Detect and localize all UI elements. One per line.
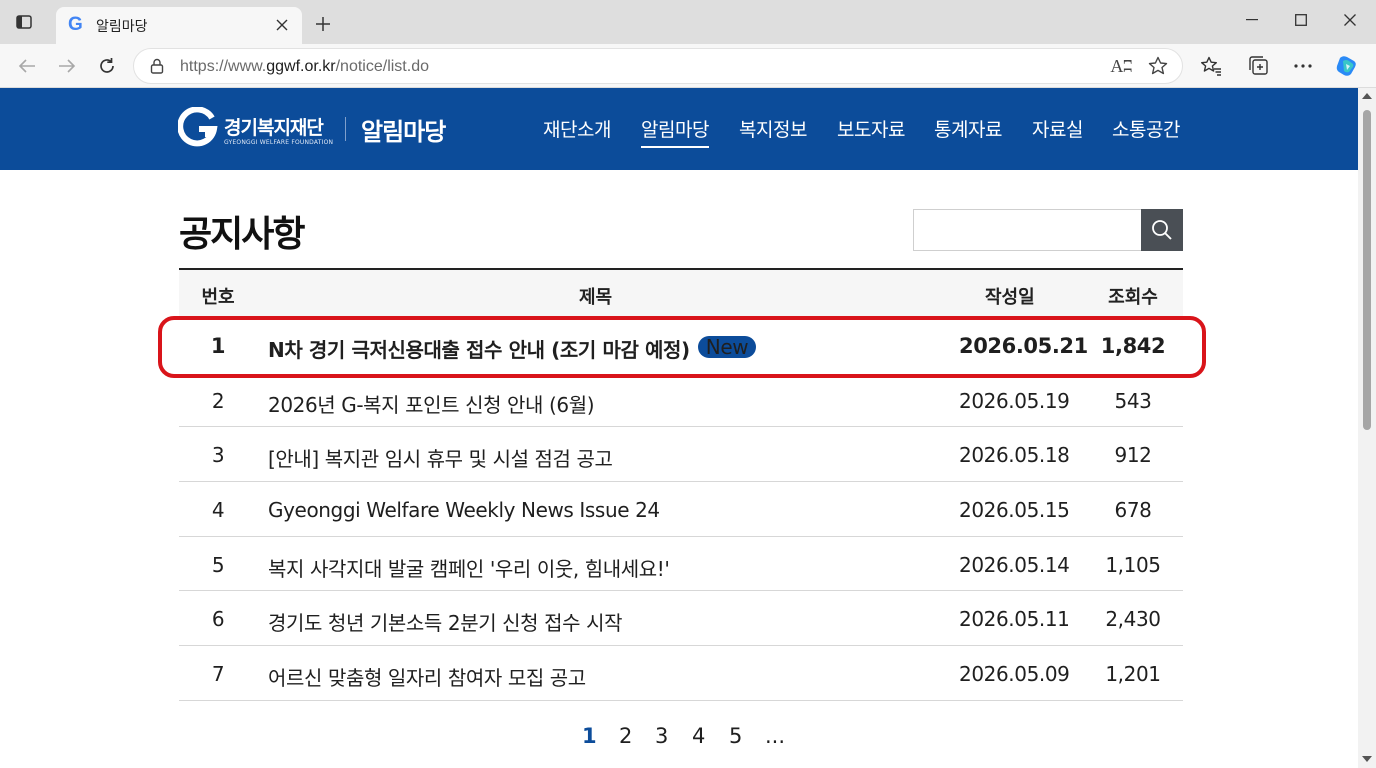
tab-actions-icon[interactable] xyxy=(14,12,34,32)
site-favicon-icon: G xyxy=(68,14,83,35)
new-tab-icon[interactable] xyxy=(311,12,335,36)
logo-divider xyxy=(345,117,346,141)
row-num: 5 xyxy=(211,552,225,577)
row-date: 2026.05.11 xyxy=(959,607,1070,632)
row-views: 2,430 xyxy=(1105,607,1161,632)
nav-item-notice[interactable]: 알림마당 xyxy=(641,115,709,148)
header-title: 제목 xyxy=(579,287,613,308)
row-views: 912 xyxy=(1114,443,1152,468)
site-header: 경기복지재단 GYEONGGI WELFARE FOUNDATION 알림마당 … xyxy=(0,88,1358,170)
table-row[interactable]: 3 [안내] 복지관 임시 휴무 및 시설 점검 공고 2026.05.18 9… xyxy=(179,427,1183,483)
page-link-1[interactable]: 1 xyxy=(582,724,597,748)
table-row[interactable]: 5 복지 사각지대 발굴 캠페인 '우리 이웃, 힘내세요!' 2026.05.… xyxy=(179,537,1183,592)
url-field[interactable]: https://www.ggwf.or.kr/notice/list.do Aʭ xyxy=(133,48,1183,84)
search-icon xyxy=(1152,220,1172,240)
header-num: 번호 xyxy=(201,287,235,308)
scroll-up-icon[interactable] xyxy=(1362,93,1372,99)
scroll-down-icon[interactable] xyxy=(1362,756,1372,762)
lock-icon[interactable] xyxy=(150,58,164,78)
page-title: 공지사항 xyxy=(179,214,305,255)
row-num: 2 xyxy=(211,388,225,413)
table-row[interactable]: 4 Gyeonggi Welfare Weekly News Issue 24 … xyxy=(179,482,1183,537)
row-date: 2026.05.15 xyxy=(959,498,1070,523)
row-title-link[interactable]: 어르신 맞춤형 일자리 참여자 모집 공고 xyxy=(268,662,586,691)
row-num: 7 xyxy=(211,662,225,687)
minimize-icon[interactable] xyxy=(1237,8,1267,32)
nav-item-statistics[interactable]: 통계자료 xyxy=(934,115,1002,142)
page-viewport: 경기복지재단 GYEONGGI WELFARE FOUNDATION 알림마당 … xyxy=(0,88,1358,768)
url-path: /notice/list.do xyxy=(335,58,429,75)
table-header: 번호 제목 작성일 조회수 xyxy=(179,268,1183,318)
notice-table: 번호 제목 작성일 조회수 1 N차 경기 극저신용대출 접수 안내 (조기 마… xyxy=(179,268,1183,701)
table-row[interactable]: 1 N차 경기 극저신용대출 접수 안내 (조기 마감 예정) New 2026.… xyxy=(179,318,1183,373)
nav-item-community[interactable]: 소통공간 xyxy=(1112,115,1180,142)
nav-item-press[interactable]: 보도자료 xyxy=(837,115,905,142)
row-date: 2026.05.14 xyxy=(959,552,1070,577)
page-ellipsis[interactable]: ... xyxy=(765,724,785,748)
row-views: 1,105 xyxy=(1105,552,1161,577)
new-badge: New xyxy=(697,336,757,358)
row-views: 1,201 xyxy=(1105,662,1161,687)
logo-english-name: GYEONGGI WELFARE FOUNDATION xyxy=(224,139,334,146)
forward-arrow-icon[interactable] xyxy=(54,53,80,79)
page-link-3[interactable]: 3 xyxy=(655,724,668,748)
row-num: 1 xyxy=(210,334,226,358)
browser-address-bar: https://www.ggwf.or.kr/notice/list.do Aʭ xyxy=(0,44,1376,88)
browser-tab-bar: G 알림마당 xyxy=(0,0,1376,44)
row-date: 2026.05.19 xyxy=(959,388,1070,413)
row-title-link[interactable]: 복지 사각지대 발굴 캠페인 '우리 이웃, 힘내세요!' xyxy=(268,553,670,582)
section-title: 알림마당 xyxy=(361,118,446,146)
row-title-link[interactable]: Gyeonggi Welfare Weekly News Issue 24 xyxy=(268,498,660,522)
nav-item-welfare-info[interactable]: 복지정보 xyxy=(739,115,807,142)
row-title-link[interactable]: [안내] 복지관 임시 휴무 및 시설 점검 공고 xyxy=(268,443,613,472)
tab-close-icon[interactable] xyxy=(272,15,292,35)
search-button[interactable] xyxy=(1141,209,1183,251)
row-title-link[interactable]: 경기도 청년 기본소득 2분기 신청 접수 시작 xyxy=(268,607,622,636)
table-row[interactable]: 2 2026년 G-복지 포인트 신청 안내 (6월) 2026.05.19 5… xyxy=(179,373,1183,428)
row-views: 543 xyxy=(1114,388,1152,413)
page-link-4[interactable]: 4 xyxy=(692,724,705,748)
nav-item-archive[interactable]: 자료실 xyxy=(1032,115,1083,142)
tab-title: 알림마당 xyxy=(96,19,148,35)
scroll-thumb[interactable] xyxy=(1363,110,1371,430)
row-title-text: N차 경기 극저신용대출 접수 안내 (조기 마감 예정) xyxy=(268,338,690,362)
search-input[interactable] xyxy=(913,209,1142,251)
collections-icon[interactable] xyxy=(1246,53,1272,79)
url-prefix: https://www. xyxy=(180,58,267,75)
url-text: https://www.ggwf.or.kr/notice/list.do xyxy=(180,58,429,76)
row-title-link[interactable]: 2026년 G-복지 포인트 신청 안내 (6월) xyxy=(268,389,595,418)
row-views: 1,842 xyxy=(1100,334,1166,358)
row-date: 2026.05.21 xyxy=(959,334,1088,358)
favorites-icon[interactable] xyxy=(1198,53,1224,79)
back-arrow-icon[interactable] xyxy=(14,53,40,79)
row-title-link[interactable]: N차 경기 극저신용대출 접수 안내 (조기 마감 예정) New xyxy=(268,334,757,363)
maximize-icon[interactable] xyxy=(1286,8,1316,32)
row-num: 3 xyxy=(211,443,225,468)
read-aloud-icon[interactable]: Aʭ xyxy=(1110,56,1132,77)
table-row[interactable]: 6 경기도 청년 기본소득 2분기 신청 접수 시작 2026.05.11 2,… xyxy=(179,591,1183,647)
page-scrollbar[interactable] xyxy=(1358,88,1376,768)
copilot-icon[interactable] xyxy=(1334,53,1360,79)
refresh-icon[interactable] xyxy=(94,53,120,79)
close-window-icon[interactable] xyxy=(1335,8,1365,32)
nav-item-foundation[interactable]: 재단소개 xyxy=(543,115,611,142)
row-date: 2026.05.18 xyxy=(959,443,1070,468)
row-views: 678 xyxy=(1114,498,1152,523)
header-date: 작성일 xyxy=(985,287,1035,308)
browser-tab-active[interactable]: G 알림마당 xyxy=(56,7,302,44)
more-options-icon[interactable] xyxy=(1290,53,1316,79)
row-num: 6 xyxy=(211,607,225,632)
star-icon[interactable] xyxy=(1148,56,1168,80)
url-domain: ggwf.or.kr xyxy=(266,58,336,75)
table-row[interactable]: 7 어르신 맞춤형 일자리 참여자 모집 공고 2026.05.09 1,201 xyxy=(179,646,1183,701)
row-num: 4 xyxy=(211,498,225,523)
header-views: 조회수 xyxy=(1108,287,1158,308)
page-link-5[interactable]: 5 xyxy=(729,724,742,748)
logo-g-icon[interactable] xyxy=(177,106,218,147)
page-link-2[interactable]: 2 xyxy=(619,724,632,748)
logo-name[interactable]: 경기복지재단 xyxy=(224,113,324,140)
row-date: 2026.05.09 xyxy=(959,662,1070,687)
